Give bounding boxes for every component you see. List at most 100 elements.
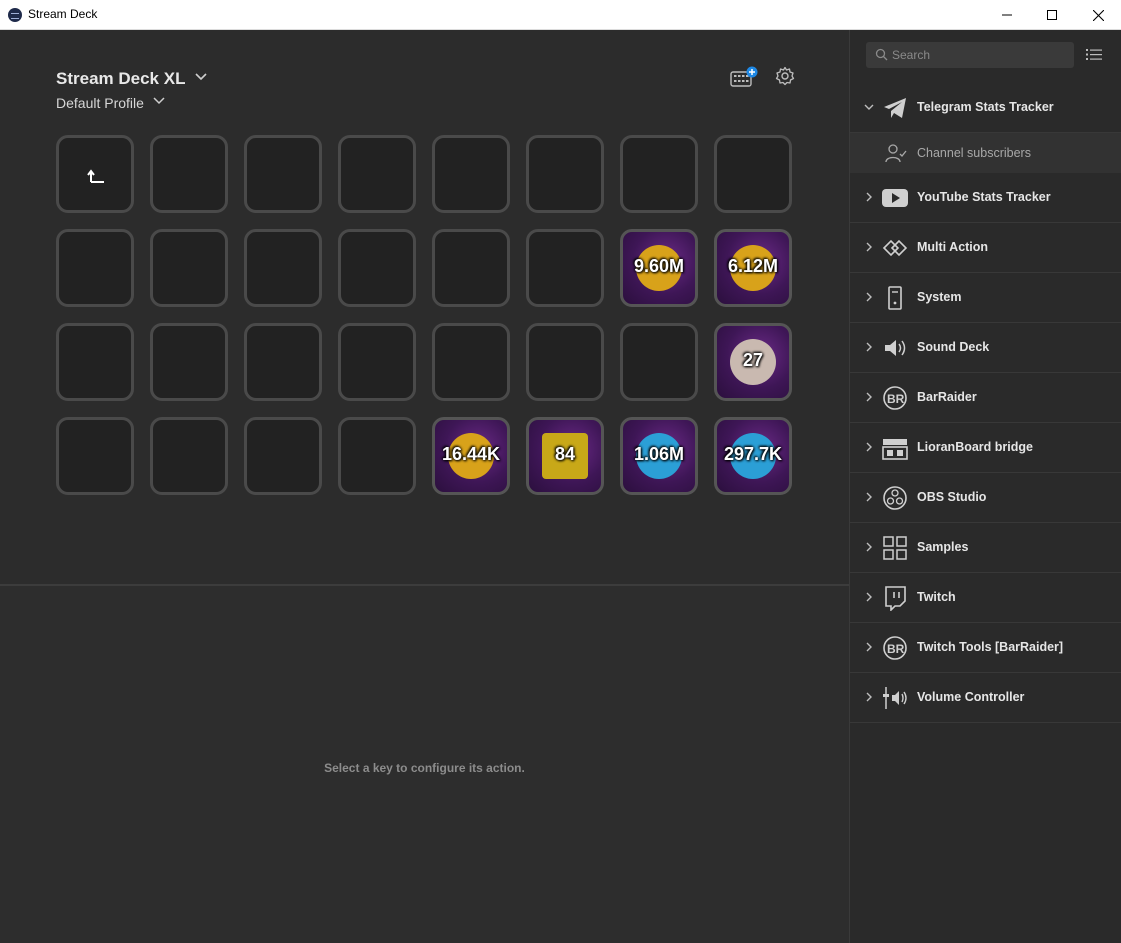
chevron-right-icon <box>866 192 872 202</box>
category-lioranboard-bridge[interactable]: LioranBoard bridge <box>850 423 1121 473</box>
youtube-icon <box>882 189 908 207</box>
main-panel: Stream Deck XL Default Profile 9.60M 6.1… <box>0 30 849 943</box>
samples-icon <box>883 536 907 560</box>
chevron-down-icon[interactable] <box>153 96 165 106</box>
chevron-down-icon[interactable] <box>195 72 207 82</box>
category-label: BarRaider <box>917 390 977 404</box>
category-label: Twitch <box>917 590 956 604</box>
chevron-right-icon <box>866 592 872 602</box>
chevron-right-icon <box>866 692 872 702</box>
key-empty[interactable] <box>150 229 228 307</box>
chevron-right-icon <box>866 392 872 402</box>
category-twitch-tools-barraider[interactable]: BR Twitch Tools [BarRaider] <box>850 623 1121 673</box>
list-view-icon[interactable] <box>1086 48 1102 61</box>
key-empty[interactable] <box>244 135 322 213</box>
category-label: Telegram Stats Tracker <box>917 100 1054 114</box>
key-empty[interactable] <box>244 229 322 307</box>
title-bar: Stream Deck <box>0 0 1121 30</box>
key-empty[interactable] <box>338 323 416 401</box>
search-box[interactable] <box>866 42 1074 68</box>
minimize-icon <box>1002 14 1012 16</box>
action-channel-subscribers[interactable]: Channel subscribers <box>850 133 1121 173</box>
panel-divider[interactable] <box>0 584 849 586</box>
category-label: System <box>917 290 962 304</box>
key-empty[interactable] <box>338 135 416 213</box>
key-empty[interactable] <box>150 323 228 401</box>
key-empty[interactable] <box>150 417 228 495</box>
category-label: Multi Action <box>917 240 989 254</box>
device-selector[interactable]: Stream Deck XL <box>56 69 185 89</box>
chevron-right-icon <box>866 492 872 502</box>
key-value: 6.12M <box>727 256 779 276</box>
chevron-down-icon <box>864 104 874 110</box>
key-empty[interactable] <box>338 229 416 307</box>
category-volume-controller[interactable]: Volume Controller <box>850 673 1121 723</box>
key-value: 1.06M <box>633 444 685 464</box>
category-youtube-stats-tracker[interactable]: YouTube Stats Tracker <box>850 173 1121 223</box>
key-empty[interactable] <box>56 417 134 495</box>
key-empty[interactable] <box>244 323 322 401</box>
category-label: Volume Controller <box>917 690 1025 704</box>
key-stat[interactable]: 297.7K <box>714 417 792 495</box>
key-empty[interactable] <box>244 417 322 495</box>
key-empty[interactable] <box>432 323 510 401</box>
store-icon[interactable] <box>730 66 758 88</box>
key-empty[interactable] <box>432 229 510 307</box>
system-icon <box>888 286 902 310</box>
key-empty[interactable] <box>620 135 698 213</box>
key-empty[interactable] <box>714 135 792 213</box>
configure-hint: Select a key to configure its action. <box>324 761 525 775</box>
telegram-icon <box>884 98 906 118</box>
category-samples[interactable]: Samples <box>850 523 1121 573</box>
stream-deck-app-icon <box>8 8 22 22</box>
twitch-icon <box>885 586 906 611</box>
category-twitch[interactable]: Twitch <box>850 573 1121 623</box>
key-back[interactable] <box>56 135 134 213</box>
sound-deck-icon <box>885 340 906 356</box>
category-telegram-stats-tracker[interactable]: Telegram Stats Tracker <box>850 83 1121 133</box>
category-label: Twitch Tools [BarRaider] <box>917 640 1064 654</box>
key-empty[interactable] <box>526 135 604 213</box>
key-empty[interactable] <box>150 135 228 213</box>
barraider-icon: BR <box>883 386 907 410</box>
profile-selector[interactable]: Default Profile <box>56 95 144 111</box>
key-empty[interactable] <box>432 135 510 213</box>
key-empty[interactable] <box>56 323 134 401</box>
category-obs-studio[interactable]: OBS Studio <box>850 473 1121 523</box>
category-label: OBS Studio <box>917 490 987 504</box>
multi-action-icon <box>882 239 908 257</box>
canvas-area: Stream Deck XL Default Profile 9.60M 6.1… <box>0 30 849 585</box>
category-multi-action[interactable]: Multi Action <box>850 223 1121 273</box>
key-stat[interactable]: 84 <box>526 417 604 495</box>
key-empty[interactable] <box>526 229 604 307</box>
key-stat[interactable]: 9.60M <box>620 229 698 307</box>
search-input[interactable] <box>892 42 1068 68</box>
user-check-icon <box>885 144 907 163</box>
maximize-icon <box>1047 10 1057 20</box>
key-empty[interactable] <box>620 323 698 401</box>
actions-sidebar: Telegram Stats Tracker Channel subscribe… <box>849 30 1121 943</box>
search-icon <box>875 48 888 61</box>
key-stat[interactable]: 1.06M <box>620 417 698 495</box>
key-stat[interactable]: 27 <box>714 323 792 401</box>
chevron-right-icon <box>866 442 872 452</box>
key-empty[interactable] <box>526 323 604 401</box>
minimize-button[interactable] <box>984 0 1030 30</box>
key-stat[interactable]: 16.44K <box>432 417 510 495</box>
category-sound-deck[interactable]: Sound Deck <box>850 323 1121 373</box>
category-system[interactable]: System <box>850 273 1121 323</box>
key-empty[interactable] <box>338 417 416 495</box>
maximize-button[interactable] <box>1029 0 1075 30</box>
close-button[interactable] <box>1075 0 1121 30</box>
close-icon <box>1092 9 1104 21</box>
chevron-right-icon <box>866 342 872 352</box>
key-stat[interactable]: 6.12M <box>714 229 792 307</box>
settings-gear-icon[interactable] <box>775 66 795 86</box>
svg-text:BR: BR <box>887 642 905 656</box>
key-empty[interactable] <box>56 229 134 307</box>
barraider-icon: BR <box>883 636 907 660</box>
key-value: 84 <box>554 444 576 464</box>
key-value: 9.60M <box>633 256 685 276</box>
category-barraider[interactable]: BR BarRaider <box>850 373 1121 423</box>
key-value: 27 <box>742 350 764 370</box>
